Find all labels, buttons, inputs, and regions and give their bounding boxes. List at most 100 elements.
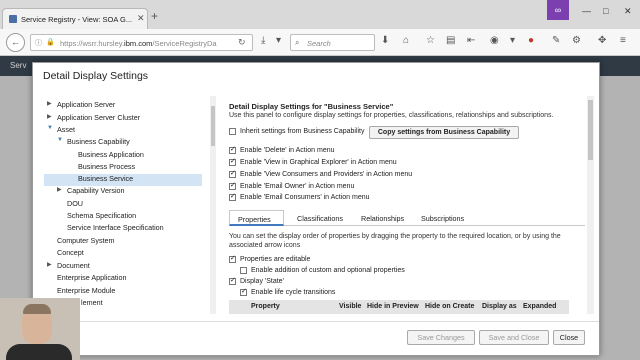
clipboard-icon[interactable]: ▤ bbox=[446, 35, 455, 46]
custom-properties-label: Enable addition of custom and optional p… bbox=[251, 267, 405, 274]
tree-item[interactable]: Enterprise Application bbox=[57, 273, 127, 285]
save-changes-button[interactable]: Save Changes bbox=[407, 330, 475, 345]
display-state-checkbox[interactable] bbox=[229, 276, 236, 285]
settings-heading: Detail Display Settings for "Business Se… bbox=[229, 102, 394, 111]
expand-icon[interactable]: ▶ bbox=[47, 261, 52, 268]
lifecycle-label: Enable life cycle transitions bbox=[251, 289, 336, 296]
home-icon[interactable]: ⌂ bbox=[403, 35, 409, 46]
action-checkbox[interactable] bbox=[229, 181, 236, 190]
settings-pane: Detail Display Settings for "Business Se… bbox=[223, 96, 585, 314]
browser-nav-bar: ← ⓘ 🔒 https://wsrr.hursley.ibm.com/Servi… bbox=[0, 29, 640, 56]
tree-item[interactable]: ▶ Application Server Cluster bbox=[47, 113, 140, 125]
tree-item[interactable]: Business Process bbox=[78, 162, 135, 174]
maximize-icon[interactable]: □ bbox=[603, 6, 608, 16]
action-label: Enable 'View in Graphical Explorer' in A… bbox=[240, 159, 397, 166]
tree-item[interactable]: Concept bbox=[57, 248, 84, 260]
pin-icon[interactable]: ⇤ bbox=[467, 35, 475, 46]
tree-item[interactable]: ▼ Business Capability bbox=[57, 137, 130, 149]
adblock-icon[interactable]: ● bbox=[528, 35, 534, 46]
action-label: Enable 'View Consumers and Providers' in… bbox=[240, 171, 413, 178]
column-header[interactable]: Hide on Create bbox=[425, 303, 474, 310]
scroll-thumb[interactable] bbox=[211, 106, 215, 146]
tree-scrollbar[interactable] bbox=[210, 96, 216, 314]
new-tab-icon[interactable]: + bbox=[151, 9, 158, 23]
scroll-thumb[interactable] bbox=[588, 100, 593, 160]
column-header[interactable]: Expanded bbox=[523, 303, 556, 310]
column-header[interactable]: Hide in Preview bbox=[367, 303, 419, 310]
tree-item[interactable]: lement bbox=[81, 298, 103, 310]
extension-icon[interactable]: ✎ bbox=[552, 35, 560, 46]
editable-label: Properties are editable bbox=[240, 256, 311, 263]
lock-icon: 🔒 bbox=[46, 39, 55, 46]
dialog-footer: Save Changes Save and Close Close bbox=[33, 321, 599, 355]
url-bar[interactable]: ⓘ 🔒 https://wsrr.hursley.ibm.com/Service… bbox=[30, 34, 253, 51]
expand-icon[interactable]: ▶ bbox=[47, 113, 52, 120]
tree-item[interactable]: Enterprise Module bbox=[57, 286, 115, 298]
webcam-overlay bbox=[0, 298, 80, 360]
tab-relationships[interactable]: Relationships bbox=[353, 210, 412, 226]
display-state-label: Display 'State' bbox=[240, 278, 284, 285]
expand-icon[interactable]: ▶ bbox=[47, 100, 52, 107]
app-header-text: Serv bbox=[10, 61, 27, 70]
info-icon[interactable]: ⓘ bbox=[35, 38, 42, 48]
presenter-hair bbox=[23, 304, 51, 314]
tree-item[interactable]: DOU bbox=[67, 199, 83, 211]
tree-item[interactable]: Business Application bbox=[78, 150, 144, 162]
search-placeholder: Search bbox=[307, 39, 331, 48]
close-button[interactable]: Close bbox=[553, 330, 585, 345]
tree-item[interactable]: ▶ Capability Version bbox=[57, 186, 125, 198]
column-header[interactable]: Display as bbox=[482, 303, 517, 310]
tree-item[interactable]: ▶ Application Server bbox=[47, 100, 115, 112]
inherit-checkbox[interactable] bbox=[229, 128, 236, 135]
downloads-icon[interactable]: ⬇ bbox=[381, 35, 389, 46]
url-text: https://wsrr.hursley.ibm.com/ServiceRegi… bbox=[60, 39, 217, 48]
browser-tab[interactable]: Service Registry - View: SOA G... ✕ bbox=[2, 8, 148, 29]
lifecycle-checkbox[interactable] bbox=[240, 287, 247, 296]
presenter-shirt bbox=[6, 344, 72, 360]
dropdown-icon[interactable]: ▾ bbox=[276, 35, 281, 46]
action-label: Enable 'Email Consumers' in Action menu bbox=[240, 194, 370, 201]
menu-icon[interactable]: ≡ bbox=[620, 35, 626, 46]
minimize-icon[interactable]: — bbox=[582, 6, 591, 16]
browser-tab-bar: Service Registry - View: SOA G... ✕ + ∞ … bbox=[0, 0, 640, 29]
tab-subscriptions[interactable]: Subscriptions bbox=[413, 210, 472, 226]
tab-properties[interactable]: Properties bbox=[229, 210, 284, 226]
column-header[interactable]: Property bbox=[251, 303, 280, 310]
close-tab-icon[interactable]: ✕ bbox=[137, 13, 145, 24]
tree-item[interactable]: ▼ Asset bbox=[47, 125, 75, 137]
collapse-icon[interactable]: ▼ bbox=[47, 125, 53, 131]
extension-icon[interactable]: ◉ bbox=[490, 35, 499, 46]
back-icon[interactable]: ← bbox=[6, 33, 25, 52]
action-checkbox[interactable] bbox=[229, 169, 236, 178]
save-and-close-button[interactable]: Save and Close bbox=[479, 330, 549, 345]
custom-properties-checkbox[interactable] bbox=[240, 267, 247, 274]
dropdown-icon[interactable]: ▾ bbox=[510, 35, 515, 46]
settings-tabs: Properties Classifications Relationships… bbox=[229, 210, 585, 226]
properties-table-header: Property Visible Hide in Preview Hide on… bbox=[229, 300, 569, 314]
action-checkbox[interactable] bbox=[229, 157, 236, 166]
tree-item[interactable]: Schema Specification bbox=[67, 211, 136, 223]
search-bar[interactable]: ⌕ Search bbox=[290, 34, 375, 51]
close-window-icon[interactable]: ✕ bbox=[624, 6, 632, 17]
editable-checkbox[interactable] bbox=[229, 254, 236, 263]
download-icon[interactable]: ⤓ bbox=[261, 35, 265, 46]
action-checkbox[interactable] bbox=[229, 192, 236, 201]
favicon-icon bbox=[9, 15, 17, 23]
reload-icon[interactable]: ↻ bbox=[238, 37, 246, 48]
copy-settings-button[interactable]: Copy settings from Business Capability bbox=[369, 126, 519, 139]
tree-item[interactable]: Service Interface Specification bbox=[67, 223, 164, 235]
action-label: Enable 'Email Owner' in Action menu bbox=[240, 183, 355, 190]
tree-item[interactable]: Computer System bbox=[57, 236, 115, 248]
bookmark-icon[interactable]: ☆ bbox=[426, 35, 435, 46]
settings-scrollbar[interactable] bbox=[587, 96, 594, 314]
action-checkbox[interactable] bbox=[229, 145, 236, 154]
extension-icon[interactable]: ⚙ bbox=[572, 35, 581, 46]
column-header[interactable]: Visible bbox=[339, 303, 361, 310]
inherit-label: Inherit settings from Business Capabilit… bbox=[240, 128, 365, 135]
expand-icon[interactable]: ▶ bbox=[57, 186, 62, 193]
tab-classifications[interactable]: Classifications bbox=[289, 210, 351, 226]
tree-item-selected[interactable]: Business Service bbox=[44, 174, 202, 186]
tree-item[interactable]: ▶ Document bbox=[47, 261, 90, 273]
extension-icon[interactable]: ✥ bbox=[598, 35, 606, 46]
collapse-icon[interactable]: ▼ bbox=[57, 137, 63, 143]
